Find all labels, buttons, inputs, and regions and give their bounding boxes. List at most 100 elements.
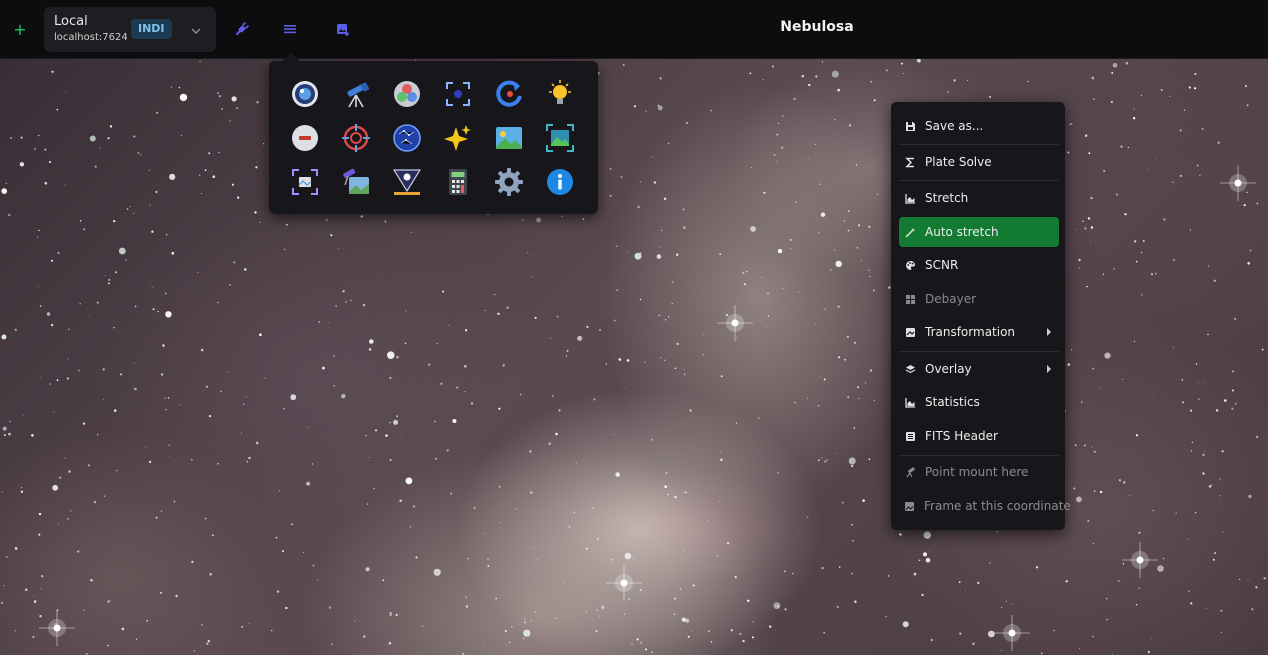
star xyxy=(259,333,262,337)
star xyxy=(38,286,39,288)
menu-item-scnr[interactable]: SCNR xyxy=(899,250,1059,280)
star xyxy=(831,70,839,78)
add-icon[interactable]: + xyxy=(8,17,32,41)
star xyxy=(821,457,823,459)
framing-icon[interactable] xyxy=(544,122,576,154)
star xyxy=(160,373,164,376)
settings-gear-icon[interactable] xyxy=(493,166,525,198)
star xyxy=(306,481,310,486)
light-bulb-icon[interactable] xyxy=(544,78,576,110)
telescope-icon[interactable] xyxy=(340,78,372,110)
star xyxy=(368,348,372,351)
menu-item-statistics[interactable]: Statistics xyxy=(899,387,1059,417)
star xyxy=(1220,609,1223,612)
star xyxy=(748,227,750,228)
alignment-icon[interactable] xyxy=(289,166,321,198)
rotator-icon[interactable] xyxy=(493,78,525,110)
stars-sparkle-icon[interactable] xyxy=(442,122,474,154)
star xyxy=(470,402,474,405)
star xyxy=(823,378,826,381)
image-add-icon[interactable] xyxy=(331,17,355,41)
star xyxy=(1132,117,1136,120)
menu-item-label: Auto stretch xyxy=(925,225,999,239)
star xyxy=(1261,348,1264,351)
star xyxy=(683,369,685,371)
star xyxy=(626,252,628,254)
star xyxy=(773,154,776,156)
star xyxy=(78,369,80,372)
chevron-down-icon[interactable] xyxy=(190,22,202,41)
star xyxy=(1067,151,1070,154)
star xyxy=(777,248,783,254)
star xyxy=(1105,597,1108,600)
menu-icon[interactable] xyxy=(278,17,302,41)
star xyxy=(473,506,476,509)
star xyxy=(692,584,695,587)
star xyxy=(328,322,330,323)
calculator-icon[interactable] xyxy=(442,166,474,198)
menu-item-plate-solve[interactable]: Plate Solve xyxy=(899,147,1059,177)
star xyxy=(848,124,852,127)
color-filter-wheel-icon[interactable] xyxy=(391,78,423,110)
star xyxy=(1160,89,1163,91)
star xyxy=(1207,265,1210,267)
star xyxy=(1198,382,1199,384)
focus-target-icon[interactable] xyxy=(442,78,474,110)
star xyxy=(1118,479,1121,482)
star xyxy=(1142,240,1145,242)
star xyxy=(209,572,212,576)
camera-icon[interactable] xyxy=(289,78,321,110)
star xyxy=(1,334,7,340)
connection-selector[interactable]: Local localhost:7624 INDI xyxy=(44,7,216,52)
cover-icon[interactable] xyxy=(289,122,321,154)
star xyxy=(930,638,933,642)
star xyxy=(1244,85,1247,88)
star xyxy=(49,161,51,163)
star xyxy=(777,472,779,474)
plug-icon[interactable] xyxy=(230,17,254,41)
sky-atlas-icon[interactable] xyxy=(391,122,423,154)
star xyxy=(631,643,633,645)
menu-item-save-as[interactable]: Save as... xyxy=(899,111,1059,141)
star xyxy=(885,69,888,72)
mount-image-icon[interactable] xyxy=(340,166,372,198)
star xyxy=(338,248,340,250)
image-viewer-icon[interactable] xyxy=(493,122,525,154)
star xyxy=(794,201,797,203)
star xyxy=(40,376,42,378)
star xyxy=(318,321,321,323)
menu-item-fits-header[interactable]: FITS Header xyxy=(899,421,1059,451)
menu-divider xyxy=(899,455,1059,456)
indi-logo-icon[interactable] xyxy=(391,166,423,198)
star xyxy=(1078,267,1081,269)
menu-item-transformation[interactable]: Transformation xyxy=(899,317,1059,347)
star xyxy=(33,595,35,597)
star xyxy=(38,512,42,516)
star xyxy=(847,230,850,232)
star xyxy=(1251,608,1254,611)
star xyxy=(465,329,468,332)
star xyxy=(86,653,88,655)
star xyxy=(396,415,398,418)
about-info-icon[interactable] xyxy=(544,166,576,198)
star xyxy=(1111,72,1114,74)
star xyxy=(1118,580,1120,582)
star xyxy=(217,462,219,465)
star xyxy=(686,122,688,124)
histogram-icon xyxy=(904,192,916,204)
fits-image-viewer[interactable] xyxy=(0,58,1268,655)
star xyxy=(208,414,212,418)
star xyxy=(806,397,808,399)
crosshair-guider-icon[interactable] xyxy=(340,122,372,154)
star xyxy=(1135,260,1138,263)
star xyxy=(217,92,219,95)
star xyxy=(838,356,840,359)
menu-item-overlay[interactable]: Overlay xyxy=(899,354,1059,384)
star xyxy=(1187,538,1189,540)
menu-item-stretch[interactable]: Stretch xyxy=(899,183,1059,213)
star xyxy=(743,283,746,286)
menu-item-auto-stretch[interactable]: Auto stretch xyxy=(899,217,1059,247)
star xyxy=(421,625,424,628)
magic-wand-icon xyxy=(904,226,916,238)
star xyxy=(1011,603,1013,605)
